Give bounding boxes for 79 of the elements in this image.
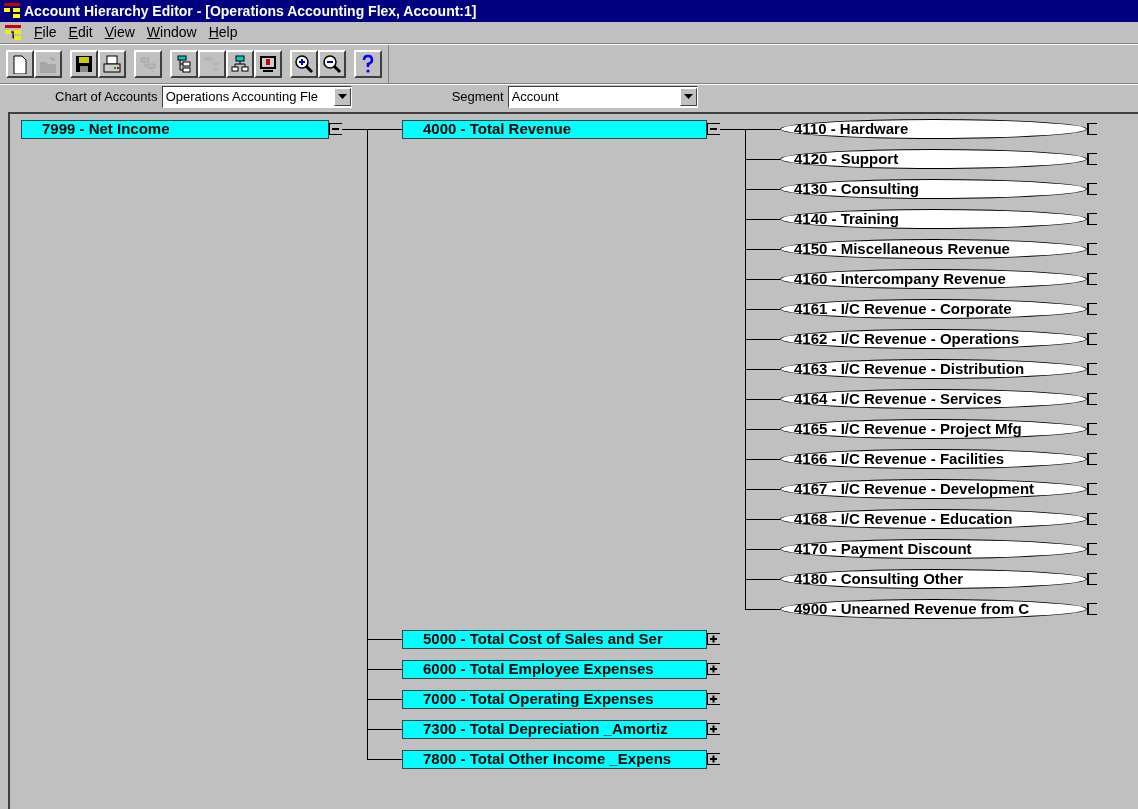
toolbar-button[interactable] xyxy=(354,50,382,78)
zoom-in-icon xyxy=(294,54,314,74)
expand-icon[interactable] xyxy=(707,753,720,765)
bracket-icon xyxy=(1087,393,1097,405)
expand-icon[interactable] xyxy=(707,633,720,645)
tree-node[interactable]: 4140 - Training xyxy=(780,209,1087,229)
window-title: Account Hierarchy Editor - [Operations Accounting Flex, Account:1] xyxy=(24,1,477,21)
menu-item[interactable]: Help xyxy=(208,22,238,43)
tree-node[interactable]: 4165 - I/C Revenue - Project Mfg xyxy=(780,419,1087,439)
bracket-icon xyxy=(1087,333,1097,345)
bracket-icon xyxy=(1087,303,1097,315)
monitor-icon xyxy=(258,54,278,74)
tree-node[interactable]: 4900 - Unearned Revenue from C xyxy=(780,599,1087,619)
toolbar-button[interactable] xyxy=(6,50,34,78)
bracket-icon xyxy=(1087,123,1097,135)
tree-node[interactable]: 4120 - Support xyxy=(780,149,1087,169)
bracket-icon xyxy=(1087,423,1097,435)
bracket-icon xyxy=(1087,543,1097,555)
app-icon[interactable] xyxy=(4,24,22,41)
expand-icon[interactable] xyxy=(707,723,720,735)
zoom-out-icon xyxy=(322,54,342,74)
bracket-icon xyxy=(1087,573,1097,585)
hierarchy-icon xyxy=(138,54,158,74)
tree-node[interactable]: 4163 - I/C Revenue - Distribution xyxy=(780,359,1087,379)
save-icon xyxy=(74,54,94,74)
collapse-icon[interactable] xyxy=(329,123,342,135)
print-icon xyxy=(102,54,122,74)
expand-icon[interactable] xyxy=(707,693,720,705)
bracket-icon xyxy=(1087,243,1097,255)
tree-node[interactable]: 4180 - Consulting Other xyxy=(780,569,1087,589)
collapse-icon[interactable] xyxy=(707,123,720,135)
toolbar-button[interactable] xyxy=(254,50,282,78)
menu-item[interactable]: View xyxy=(104,22,135,43)
toolbar-button[interactable] xyxy=(70,50,98,78)
bracket-icon xyxy=(1087,603,1097,615)
tree-node[interactable]: 4000 - Total Revenue xyxy=(402,120,707,139)
tree-node[interactable]: 4130 - Consulting xyxy=(780,179,1087,199)
expand-icon[interactable] xyxy=(707,663,720,675)
tree-node[interactable]: 4170 - Payment Discount xyxy=(780,539,1087,559)
menu-item[interactable]: File xyxy=(34,22,57,43)
tree-node[interactable]: 4166 - I/C Revenue - Facilities xyxy=(780,449,1087,469)
bracket-icon xyxy=(1087,183,1097,195)
bracket-icon xyxy=(1087,483,1097,495)
field-label: Chart of Accounts xyxy=(55,87,158,106)
tree-node[interactable]: 4167 - I/C Revenue - Development xyxy=(780,479,1087,499)
bracket-icon xyxy=(1087,213,1097,225)
tree-icon xyxy=(174,54,194,74)
tree-node[interactable]: 4110 - Hardware xyxy=(780,119,1087,139)
toolbar-button[interactable] xyxy=(290,50,318,78)
toolbar-button[interactable] xyxy=(170,50,198,78)
bracket-icon xyxy=(1087,153,1097,165)
bracket-icon xyxy=(1087,453,1097,465)
tree-node[interactable]: 4164 - I/C Revenue - Services xyxy=(780,389,1087,409)
field-label: Segment xyxy=(451,87,504,106)
tree-node[interactable]: 5000 - Total Cost of Sales and Ser xyxy=(402,630,707,649)
dropdown[interactable]: Operations Accounting Fle xyxy=(161,85,352,108)
toolbar-button[interactable] xyxy=(318,50,346,78)
tree-node[interactable]: 4168 - I/C Revenue - Education xyxy=(780,509,1087,529)
tree-node[interactable]: 7000 - Total Operating Expenses xyxy=(402,690,707,709)
toolbar-button[interactable] xyxy=(98,50,126,78)
tree-node[interactable]: 7800 - Total Other Income _Expens xyxy=(402,750,707,769)
tree-node[interactable]: 4160 - Intercompany Revenue xyxy=(780,269,1087,289)
dropdown[interactable]: Account xyxy=(507,85,698,108)
tree-node[interactable]: 7300 - Total Depreciation _Amortiz xyxy=(402,720,707,739)
menu-item[interactable]: Window xyxy=(146,22,197,43)
org-chart-icon xyxy=(230,54,250,74)
menu-item[interactable]: Edit xyxy=(68,22,93,43)
tree-node[interactable]: 4161 - I/C Revenue - Corporate xyxy=(780,299,1087,319)
bracket-icon xyxy=(1087,273,1097,285)
folder-icon xyxy=(38,54,58,74)
toolbar-button[interactable] xyxy=(226,50,254,78)
tree-node[interactable]: 4150 - Miscellaneous Revenue xyxy=(780,239,1087,259)
new-file-icon xyxy=(10,54,30,74)
bracket-icon xyxy=(1087,513,1097,525)
tree-node[interactable]: 4162 - I/C Revenue - Operations xyxy=(780,329,1087,349)
tree-node[interactable]: 6000 - Total Employee Expenses xyxy=(402,660,707,679)
tree-node[interactable]: 7999 - Net Income xyxy=(21,120,329,139)
bracket-icon xyxy=(1087,363,1097,375)
app-icon xyxy=(4,3,20,19)
